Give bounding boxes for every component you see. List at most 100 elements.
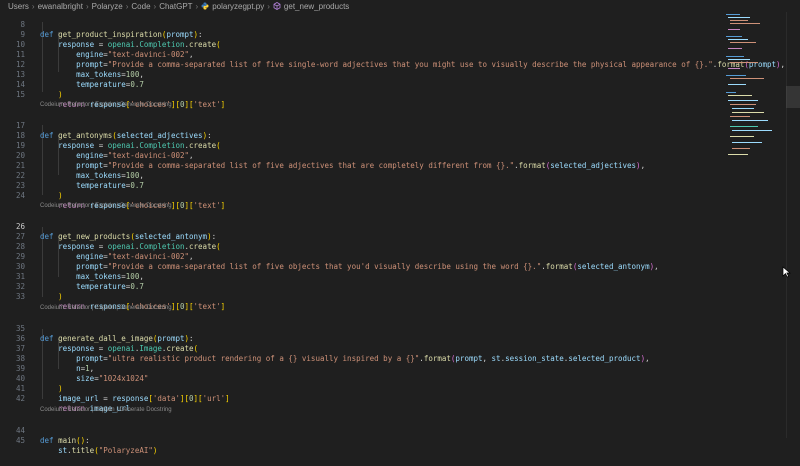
code-line[interactable]: 38 n=1, — [0, 344, 730, 373]
minimap-line — [730, 116, 750, 117]
code-line[interactable]: 13 temperature=0.7 — [0, 60, 730, 89]
code-line[interactable]: 23 ) — [0, 171, 730, 200]
python-file-icon — [201, 2, 209, 9]
codeium-codelens: Codeium: Refactor | Explain | Generate D… — [40, 102, 172, 108]
code-line[interactable]: 44 def main(): — [0, 416, 730, 445]
code-line[interactable]: 20 prompt="Provide a comma-separated lis… — [0, 141, 730, 170]
minimap-line — [730, 23, 760, 24]
code-line[interactable]: 31 temperature=0.7 — [0, 262, 730, 291]
minimap-line — [730, 126, 758, 127]
codelens-refactor-link[interactable]: Refactor — [67, 407, 90, 413]
code-line[interactable]: 45 st.title("PolaryzeAI") — [0, 426, 730, 455]
variable: image_url — [58, 394, 99, 403]
codelens-refactor-link[interactable]: Refactor — [67, 305, 90, 311]
code-line[interactable]: 9 response = openai.Completion.create( — [0, 20, 730, 49]
code-line[interactable]: 17 def get_antonyms(selected_adjectives)… — [0, 111, 730, 140]
minimap-line — [728, 59, 750, 60]
minimap-line — [732, 112, 764, 113]
variable: response — [112, 394, 149, 403]
code-line[interactable]: 41 image_url = response['data'][0]['url'… — [0, 374, 730, 403]
minimap-line — [732, 148, 750, 149]
code-line[interactable]: 22 temperature=0.7 — [0, 161, 730, 190]
line-number: 15 — [15, 90, 25, 99]
code-line[interactable]: 12 max_tokens=100, — [0, 50, 730, 79]
code-line[interactable]: 33 return response['choices'][0]['text'] — [0, 282, 730, 311]
code-line[interactable]: 18 response = openai.Completion.create( — [0, 121, 730, 150]
function-symbol-icon — [273, 1, 281, 10]
code-line[interactable]: 29 prompt="Provide a comma-separated lis… — [0, 242, 730, 271]
codelens-docstring-link[interactable]: Generate Docstring — [120, 203, 172, 209]
vertical-scrollbar[interactable] — [786, 12, 800, 438]
string-literal: 'text' — [193, 100, 221, 109]
minimap-line — [728, 95, 752, 96]
code-editor[interactable]: 8 def get_product_inspiration(prompt): 9… — [0, 10, 800, 455]
codelens-refactor-link[interactable]: Refactor — [67, 102, 90, 108]
line-number: 42 — [15, 394, 25, 403]
minimap-line — [728, 39, 748, 40]
method-name: title — [71, 446, 95, 455]
minimap-line — [732, 108, 754, 109]
string-literal: "PolaryzeAI" — [98, 446, 153, 455]
minimap-line — [726, 36, 742, 37]
minimap-line — [726, 92, 736, 93]
minimap-line — [728, 100, 758, 101]
string-literal: 'url' — [202, 394, 226, 403]
codelens-explain-link[interactable]: Explain — [95, 203, 115, 209]
code-line[interactable]: 39 size="1024x1024" — [0, 354, 730, 383]
minimap-line — [728, 29, 740, 30]
codelens-docstring-link[interactable]: Generate Docstring — [120, 407, 172, 413]
minimap-line — [730, 42, 756, 43]
code-line[interactable]: 37 prompt="ultra realistic product rende… — [0, 334, 730, 363]
code-line[interactable]: 24 return response['choices'][0]['text'] — [0, 181, 730, 210]
code-line[interactable]: 19 engine="text-davinci-002", — [0, 131, 730, 160]
code-line[interactable]: 8 def get_product_inspiration(prompt): — [0, 10, 730, 39]
code-line[interactable]: 42 return image_url — [0, 384, 730, 413]
code-line[interactable]: 36 response = openai.Image.create( — [0, 324, 730, 353]
code-line[interactable]: 30 max_tokens=100, — [0, 252, 730, 281]
code-line[interactable]: 11 prompt="Provide a comma-separated lis… — [0, 40, 785, 69]
codelens-explain-link[interactable]: Explain — [95, 407, 115, 413]
scrollbar-thumb[interactable] — [786, 86, 800, 108]
code-line[interactable]: 28 engine="text-davinci-002", — [0, 232, 730, 261]
string-literal: 'text' — [193, 302, 221, 311]
codelens-docstring-link[interactable]: Generate Docstring — [120, 102, 172, 108]
code-line[interactable]: 21 max_tokens=100, — [0, 151, 730, 180]
code-line[interactable]: 35 def generate_dall_e_image(prompt): — [0, 314, 730, 343]
minimap-line — [730, 136, 754, 137]
codeium-codelens: Codeium: Refactor | Explain | Generate D… — [40, 203, 172, 209]
minimap-line — [730, 104, 756, 105]
codelens-docstring-link[interactable]: Generate Docstring — [120, 305, 172, 311]
minimap-line — [732, 120, 768, 121]
code-line[interactable]: 27 response = openai.Completion.create( — [0, 222, 730, 251]
mouse-pointer-icon — [782, 266, 791, 278]
minimap-line — [726, 14, 740, 15]
minimap-line — [726, 75, 746, 76]
code-line[interactable]: 32 ) — [0, 272, 730, 301]
object-name: st — [58, 446, 68, 455]
minimap-line — [730, 78, 764, 79]
minimap-line — [728, 84, 746, 85]
code-line[interactable]: 26 def get_new_products(selected_antonym… — [0, 212, 730, 241]
function-name: main — [58, 436, 77, 445]
code-line[interactable]: 10 engine="text-davinci-002", — [0, 30, 730, 59]
minimap-line — [728, 154, 748, 155]
codeium-codelens: Codeium: Refactor | Explain | Generate D… — [40, 305, 172, 311]
code-line[interactable]: 14 ) — [0, 70, 730, 99]
codelens-explain-link[interactable]: Explain — [95, 305, 115, 311]
code-line[interactable]: 40 ) — [0, 364, 730, 393]
line-number: 24 — [15, 191, 25, 200]
string-literal: 'data' — [152, 394, 180, 403]
codelens-explain-link[interactable]: Explain — [95, 102, 115, 108]
string-literal: 'text' — [193, 201, 221, 210]
minimap-line — [730, 20, 748, 21]
minimap-line — [730, 62, 758, 63]
codelens-refactor-link[interactable]: Refactor — [67, 203, 90, 209]
minimap-line — [726, 56, 744, 57]
minimap-line — [732, 130, 772, 131]
codeium-codelens: Codeium: Refactor | Explain | Generate D… — [40, 407, 172, 413]
code-line[interactable]: 15 return response['choices'][0]['text'] — [0, 80, 730, 109]
minimap-line — [728, 17, 750, 18]
keyword: def — [40, 436, 54, 445]
minimap-line — [732, 142, 762, 143]
minimap[interactable] — [724, 12, 784, 162]
